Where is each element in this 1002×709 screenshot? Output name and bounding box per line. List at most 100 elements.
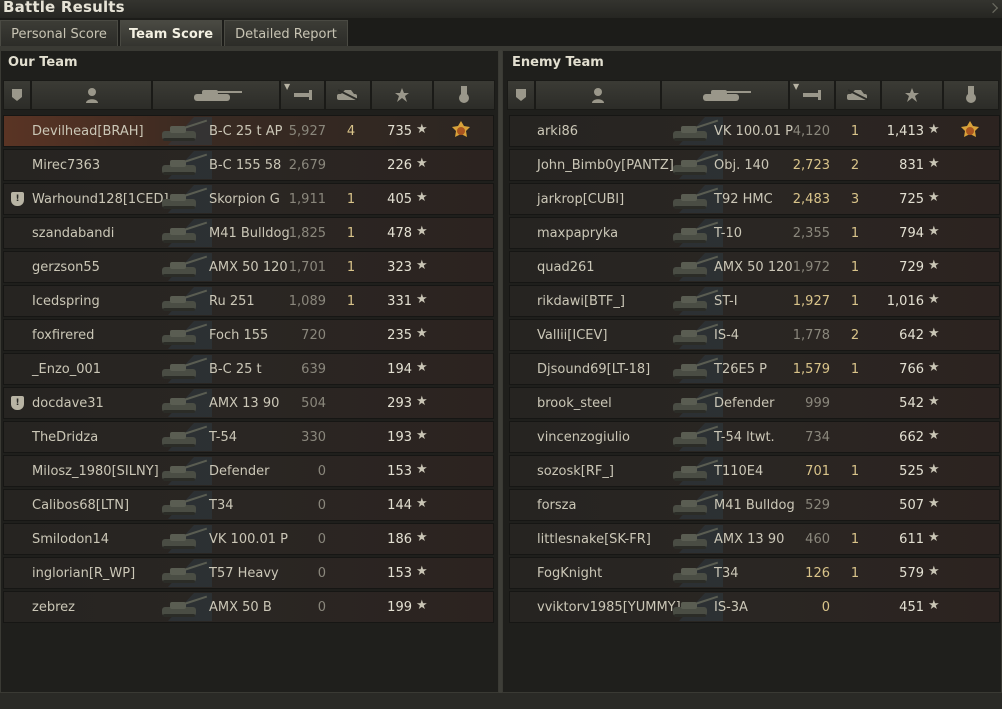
player-name[interactable]: rikdawi[BTF_]: [537, 294, 625, 309]
star-icon: ★: [416, 598, 428, 613]
player-name[interactable]: vviktorv1985[YUMMY]: [537, 600, 681, 615]
table-row[interactable]: vviktorv1985[YUMMY] IS-3A 0 451 ★: [509, 591, 1000, 623]
player-name[interactable]: quad261: [537, 260, 595, 275]
table-row[interactable]: arki86 VK 100.01 P 4,120 1 1,413 ★: [509, 115, 1000, 147]
vehicle-column-header[interactable]: [661, 80, 789, 110]
xp-value: 831: [899, 158, 924, 173]
tab-team-score[interactable]: Team Score: [120, 20, 222, 46]
table-row[interactable]: Smilodon14 VK 100.01 P 0 186 ★: [3, 523, 494, 555]
table-row[interactable]: Djsound69[LT-18] T26E5 P 1,579 1 766 ★: [509, 353, 1000, 385]
sort-arrow-icon: ▼: [284, 82, 291, 91]
table-row[interactable]: rikdawi[BTF_] ST-I 1,927 1 1,016 ★: [509, 285, 1000, 317]
player-name[interactable]: _Enzo_001: [32, 362, 101, 377]
player-name[interactable]: Mirec7363: [32, 158, 100, 173]
player-name[interactable]: sozosk[RF_]: [537, 464, 614, 479]
player-name[interactable]: szandabandi: [32, 226, 114, 241]
player-name[interactable]: Vallii[ICEV]: [537, 328, 607, 343]
player-name[interactable]: zebrez: [32, 600, 75, 615]
player-name[interactable]: brook_steel: [537, 396, 612, 411]
tab-bar: Personal Score Team Score Detailed Repor…: [0, 20, 1002, 46]
enemy-team-header: ▼: [507, 80, 999, 112]
table-row[interactable]: TheDridza T-54 330 193 ★: [3, 421, 494, 453]
player-name[interactable]: jarkrop[CUBI]: [537, 192, 624, 207]
table-row[interactable]: Mirec7363 B-C 155 58 2,679 226 ★: [3, 149, 494, 181]
table-row[interactable]: Icedspring Ru 251 1,089 1 331 ★: [3, 285, 494, 317]
table-row[interactable]: _Enzo_001 B-C 25 t 639 194 ★: [3, 353, 494, 385]
badge-column-header[interactable]: [507, 80, 535, 110]
vehicle-name: AMX 13 90: [209, 396, 280, 411]
star-icon: ★: [416, 156, 428, 171]
xp-column-header[interactable]: [881, 80, 943, 110]
kills-column-header[interactable]: [325, 80, 371, 110]
medal-column-icon: [966, 86, 976, 103]
table-row[interactable]: Vallii[ICEV] IS-4 1,778 2 642 ★: [509, 319, 1000, 351]
player-name[interactable]: Devilhead[BRAH]: [32, 124, 144, 139]
player-name[interactable]: forsza: [537, 498, 576, 513]
player-name[interactable]: inglorian[R_WP]: [32, 566, 135, 581]
tab-personal-score[interactable]: Personal Score: [0, 20, 118, 46]
table-row[interactable]: Devilhead[BRAH] B-C 25 t AP 5,927 4 735 ★: [3, 115, 494, 147]
player-name[interactable]: foxfirered: [32, 328, 94, 343]
badge-column-header[interactable]: [3, 80, 31, 110]
vehicle-column-header[interactable]: [152, 80, 280, 110]
table-row[interactable]: ! docdave31 AMX 13 90 504 293 ★: [3, 387, 494, 419]
vehicle-name: T-54 ltwt.: [714, 430, 775, 445]
enemy-team-title: Enemy Team: [512, 55, 604, 70]
kills-column-header[interactable]: [835, 80, 881, 110]
damage-value: 0: [821, 600, 830, 615]
table-row[interactable]: foxfirered Foch 155 720 235 ★: [3, 319, 494, 351]
table-row[interactable]: sozosk[RF_] T110E4 701 1 525 ★: [509, 455, 1000, 487]
table-row[interactable]: Calibos68[LTN] T34 0 144 ★: [3, 489, 494, 521]
table-row[interactable]: quad261 AMX 50 120 1,972 1 729 ★: [509, 251, 1000, 283]
star-icon: ★: [928, 496, 940, 511]
table-row[interactable]: ! Warhound128[1CED] Skorpion G 1,911 1 405 ★: [3, 183, 494, 215]
damage-value: 0: [317, 566, 326, 581]
medals-column-header[interactable]: [943, 80, 999, 110]
xp-value: 729: [899, 260, 924, 275]
player-name[interactable]: Milosz_1980[SILNY]: [32, 464, 159, 479]
damage-column-header[interactable]: ▼: [280, 80, 325, 110]
table-row[interactable]: John_Bimb0y[PANTZ] Obj. 140 2,723 2 831 ★: [509, 149, 1000, 181]
damage-value: 2,355: [792, 226, 830, 241]
our-team-panel: Our Team ▼ Devilhead[BRAH] B-C 25 t AP 5,9…: [0, 50, 499, 693]
player-name[interactable]: vincenzogiulio: [537, 430, 630, 445]
table-row[interactable]: gerzson55 AMX 50 120 1,701 1 323 ★: [3, 251, 494, 283]
damage-column-header[interactable]: ▼: [789, 80, 835, 110]
player-name[interactable]: gerzson55: [32, 260, 100, 275]
table-row[interactable]: Milosz_1980[SILNY] Defender 0 153 ★: [3, 455, 494, 487]
player-name[interactable]: Djsound69[LT-18]: [537, 362, 650, 377]
player-name[interactable]: Calibos68[LTN]: [32, 498, 129, 513]
player-column-header[interactable]: [31, 80, 152, 110]
tab-detailed-report[interactable]: Detailed Report: [224, 20, 348, 46]
vehicle-name: Defender: [714, 396, 775, 411]
player-name[interactable]: FogKnight: [537, 566, 602, 581]
table-row[interactable]: littlesnake[SK-FR] AMX 13 90 460 1 611 ★: [509, 523, 1000, 555]
player-name[interactable]: maxpapryka: [537, 226, 618, 241]
table-row[interactable]: zebrez AMX 50 B 0 199 ★: [3, 591, 494, 623]
table-row[interactable]: brook_steel Defender 999 542 ★: [509, 387, 1000, 419]
table-row[interactable]: FogKnight T34 126 1 579 ★: [509, 557, 1000, 589]
table-row[interactable]: vincenzogiulio T-54 ltwt. 734 662 ★: [509, 421, 1000, 453]
player-name[interactable]: Warhound128[1CED]: [32, 192, 169, 207]
table-row[interactable]: maxpapryka T-10 2,355 1 794 ★: [509, 217, 1000, 249]
player-name[interactable]: docdave31: [32, 396, 104, 411]
player-name[interactable]: TheDridza: [32, 430, 98, 445]
player-name[interactable]: Icedspring: [32, 294, 100, 309]
player-name[interactable]: arki86: [537, 124, 578, 139]
kills-value: 1: [850, 124, 860, 139]
player-name[interactable]: John_Bimb0y[PANTZ]: [537, 158, 674, 173]
vehicle-name: T26E5 P: [714, 362, 767, 377]
resize-icon[interactable]: [987, 2, 999, 14]
player-column-header[interactable]: [535, 80, 661, 110]
xp-value: 478: [387, 226, 412, 241]
star-icon: ★: [928, 530, 940, 545]
medals-column-header[interactable]: [433, 80, 495, 110]
table-row[interactable]: szandabandi M41 Bulldog 1,825 1 478 ★: [3, 217, 494, 249]
table-row[interactable]: inglorian[R_WP] T57 Heavy 0 153 ★: [3, 557, 494, 589]
table-row[interactable]: jarkrop[CUBI] T92 HMC 2,483 3 725 ★: [509, 183, 1000, 215]
xp-column-header[interactable]: [371, 80, 433, 110]
table-row[interactable]: forsza M41 Bulldog 529 507 ★: [509, 489, 1000, 521]
player-name[interactable]: Smilodon14: [32, 532, 109, 547]
player-name[interactable]: littlesnake[SK-FR]: [537, 532, 651, 547]
vehicle-name: IS-4: [714, 328, 740, 343]
